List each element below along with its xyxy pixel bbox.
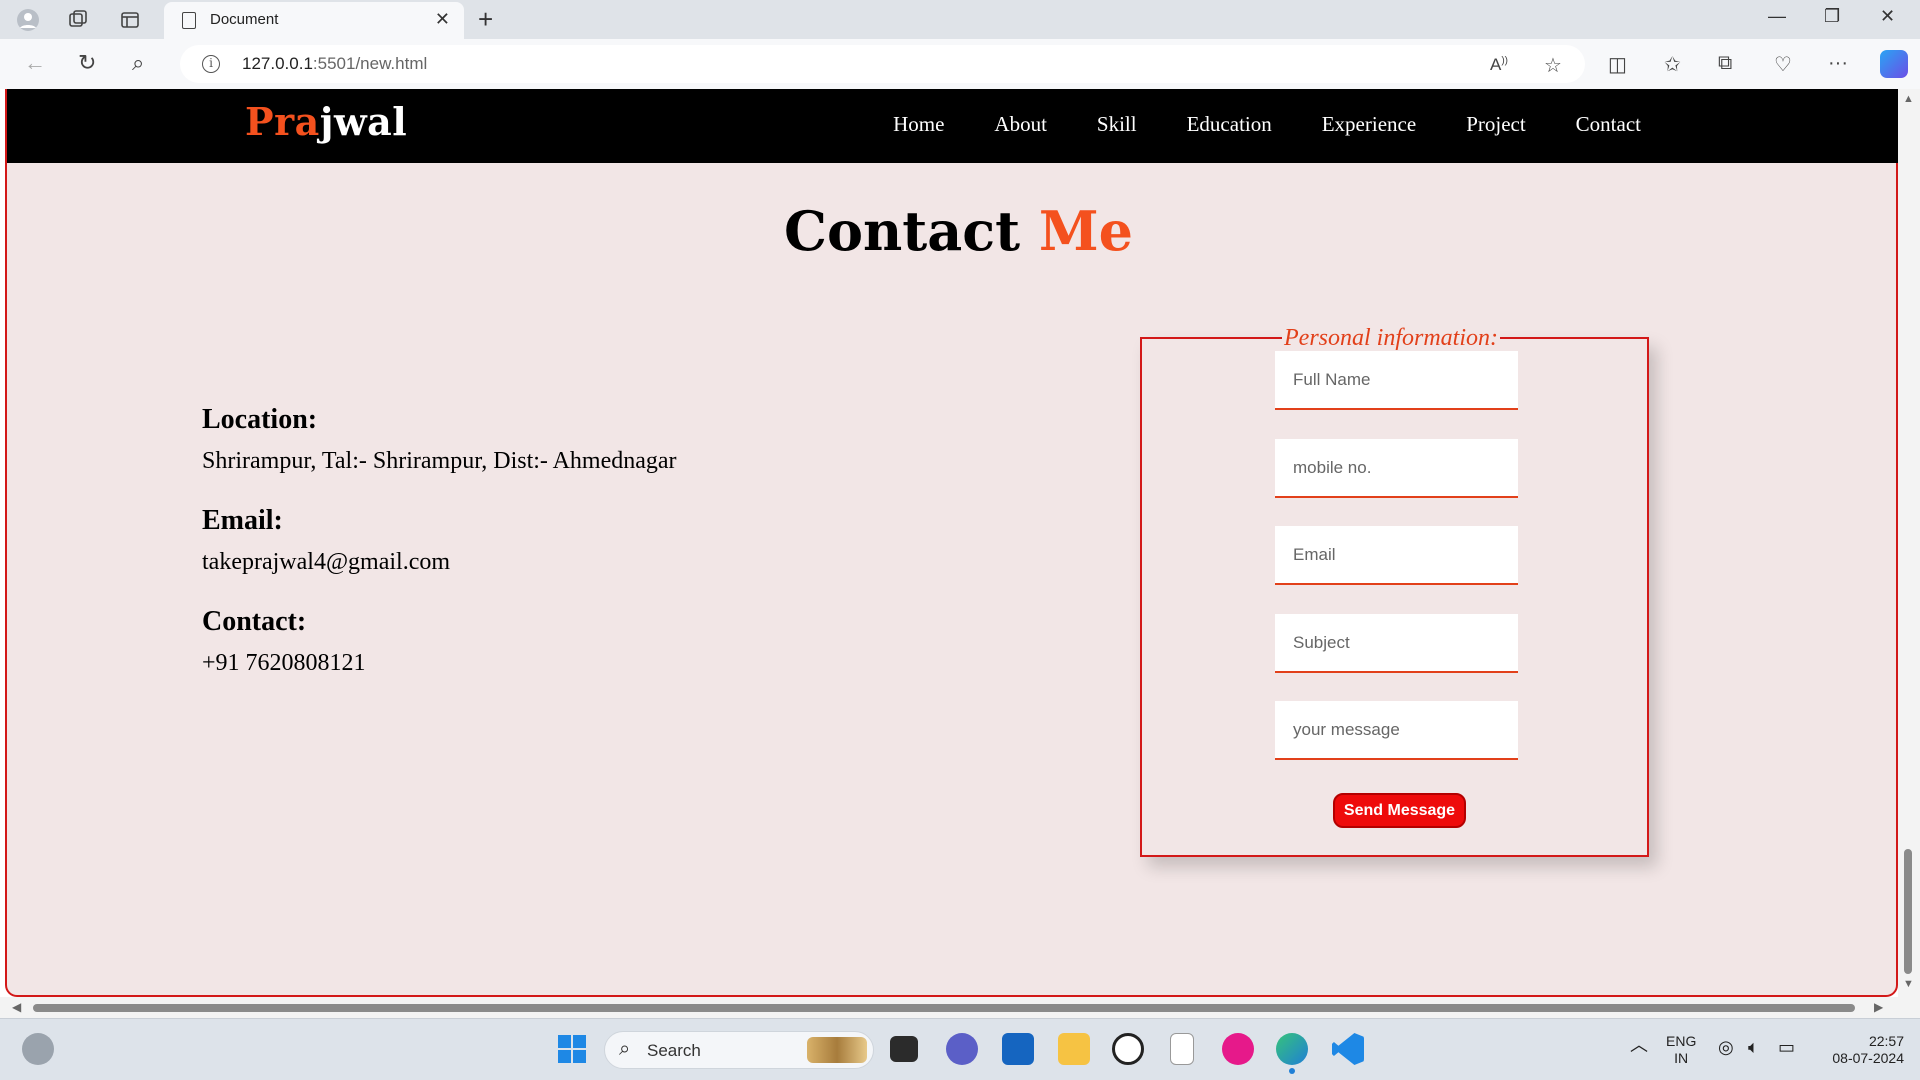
workspaces-icon[interactable] (66, 8, 90, 32)
clock[interactable]: 22:57 08-07-2024 (1816, 1033, 1904, 1067)
message-input[interactable] (1275, 701, 1518, 760)
scroll-down-icon[interactable]: ▼ (1903, 978, 1914, 990)
read-aloud-icon[interactable]: A)) (1490, 55, 1508, 75)
network-icon[interactable]: ◎ (1718, 1038, 1734, 1056)
tab-title: Document (210, 11, 279, 28)
collections-icon[interactable]: ⧉ (1718, 52, 1732, 75)
reload-button[interactable]: ↻ (78, 50, 96, 76)
notepad-icon[interactable] (1170, 1033, 1194, 1065)
show-hidden-icons[interactable]: ︿ (1630, 1036, 1648, 1054)
scroll-up-icon[interactable]: ▲ (1903, 93, 1914, 105)
microsoft-store-icon[interactable] (1002, 1033, 1034, 1065)
nav-home[interactable]: Home (893, 112, 944, 137)
vertical-scrollbar[interactable]: ▲ ▼ (1898, 89, 1920, 1018)
vertical-scroll-thumb[interactable] (1904, 849, 1912, 974)
horizontal-scrollbar[interactable]: ◀ ▶ (0, 997, 1898, 1018)
send-message-button[interactable]: Send Message (1333, 793, 1466, 828)
site-logo[interactable]: Prajwal (245, 99, 407, 144)
nav-about[interactable]: About (994, 112, 1047, 137)
edge-icon[interactable] (1276, 1033, 1308, 1065)
document-icon (182, 12, 196, 29)
form-legend: Personal information: (1282, 325, 1500, 352)
close-window-button[interactable]: ✕ (1880, 6, 1895, 27)
split-screen-icon[interactable]: ◫ (1608, 52, 1627, 77)
start-icon[interactable] (556, 1033, 588, 1065)
site-info-icon[interactable]: i (202, 55, 220, 73)
contact-label: Contact: (202, 606, 307, 637)
dell-icon[interactable] (1112, 1033, 1144, 1065)
task-view-icon[interactable] (890, 1036, 918, 1062)
windows-taskbar: ⌕ Search ︿ ENG IN ◎ 🔈︎ ▭ 22:57 08-07-2024 (0, 1018, 1920, 1080)
page-body: Prajwal Home About Skill Education Exper… (5, 89, 1900, 997)
subject-input[interactable] (1275, 614, 1518, 673)
profile-icon[interactable] (16, 8, 40, 32)
nav-project[interactable]: Project (1466, 112, 1525, 137)
volume-icon[interactable]: 🔈︎ (1748, 1038, 1759, 1056)
language-indicator[interactable]: ENG IN (1666, 1033, 1696, 1067)
taskbar-search-label: Search (647, 1041, 701, 1060)
scroll-right-icon[interactable]: ▶ (1874, 1000, 1883, 1014)
file-explorer-icon[interactable] (1058, 1033, 1090, 1065)
address-bar-row: ← ↻ ⌕ i 127.0.0.1:5501/new.html A)) ☆ ◫ … (0, 39, 1920, 89)
horizontal-scroll-thumb[interactable] (33, 1004, 1855, 1012)
browser-tab-bar: Document ✕ + — ❐ ✕ (0, 0, 1920, 39)
battery-icon[interactable]: ▭ (1778, 1038, 1795, 1056)
favorite-star-icon[interactable]: ☆ (1544, 53, 1562, 78)
email-label: Email: (202, 505, 283, 536)
email-input[interactable] (1275, 526, 1518, 585)
nav-experience[interactable]: Experience (1322, 112, 1416, 137)
restore-button[interactable]: ❐ (1824, 6, 1840, 27)
contact-info: Location: Shrirampur, Tal:- Shrirampur, … (202, 404, 677, 707)
search-highlight-image (807, 1037, 867, 1063)
nav-contact[interactable]: Contact (1576, 112, 1641, 137)
back-button[interactable]: ← (24, 50, 46, 76)
nav-skill[interactable]: Skill (1097, 112, 1137, 137)
minimize-button[interactable]: — (1768, 6, 1786, 27)
location-value: Shrirampur, Tal:- Shrirampur, Dist:- Ahm… (202, 448, 677, 474)
more-menu-icon[interactable]: ··· (1828, 52, 1848, 75)
copilot-icon[interactable] (1880, 50, 1908, 78)
contact-value: +91 7620808121 (202, 650, 366, 676)
vscode-icon[interactable] (1332, 1033, 1364, 1065)
url-text: 127.0.0.1:5501/new.html (242, 54, 428, 73)
search-icon: ⌕ (619, 1038, 631, 1060)
widgets-icon[interactable] (22, 1033, 54, 1065)
fullname-input[interactable] (1275, 351, 1518, 410)
tab-document[interactable]: Document ✕ (164, 2, 464, 39)
page-title: Contact Me (784, 199, 1133, 263)
site-navbar: Prajwal Home About Skill Education Exper… (7, 89, 1900, 163)
mobile-input[interactable] (1275, 439, 1518, 498)
page-viewport: Prajwal Home About Skill Education Exper… (0, 89, 1920, 1018)
email-value: takeprajwal4@gmail.com (202, 549, 451, 575)
search-icon[interactable]: ⌕ (132, 50, 144, 76)
scroll-left-icon[interactable]: ◀ (12, 1000, 21, 1014)
new-tab-button[interactable]: + (478, 4, 493, 35)
contact-form: Personal information: Send Message (1140, 325, 1649, 857)
location-label: Location: (202, 404, 318, 435)
nav-education[interactable]: Education (1187, 112, 1272, 137)
site-nav: Home About Skill Education Experience Pr… (893, 112, 1641, 137)
favorites-icon[interactable]: ✩ (1664, 52, 1681, 77)
url-field[interactable]: i 127.0.0.1:5501/new.html A)) ☆ (180, 45, 1585, 83)
taskbar-search[interactable]: ⌕ Search (604, 1031, 874, 1069)
close-tab-icon[interactable]: ✕ (435, 9, 450, 30)
browser-essentials-icon[interactable]: ♡ (1774, 52, 1792, 77)
teams-chat-icon[interactable] (946, 1033, 978, 1065)
media-app-icon[interactable] (1222, 1033, 1254, 1065)
tab-actions-icon[interactable] (118, 8, 142, 32)
